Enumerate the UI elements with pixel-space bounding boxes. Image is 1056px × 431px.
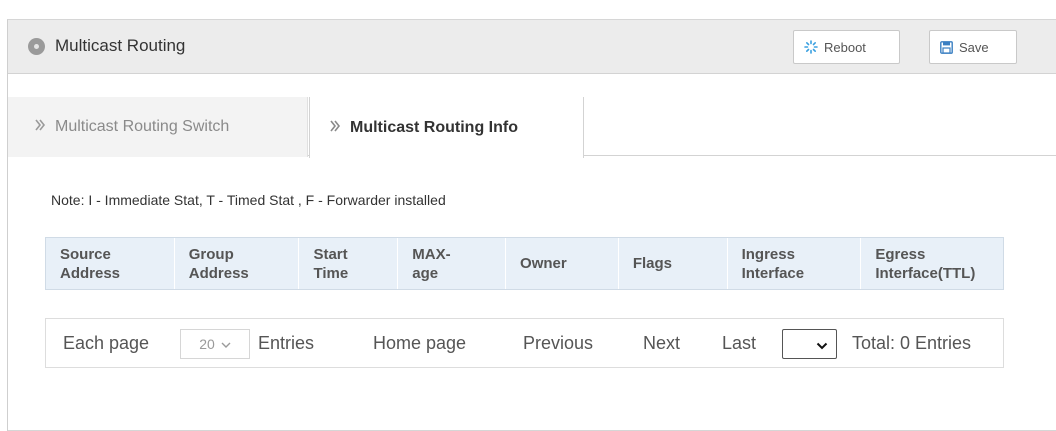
entries-label: Entries [258, 332, 315, 353]
previous-link[interactable]: Previous [523, 333, 593, 354]
multicast-routing-panel: Multicast Routing Reboot Save Multicast … [7, 19, 1056, 431]
column-header: Group Address [175, 238, 300, 289]
column-header: Ingress Interface [728, 238, 862, 289]
panel-header: Multicast Routing Reboot Save [8, 20, 1056, 74]
column-header: Flags [619, 238, 728, 289]
chevron-down-icon [221, 336, 231, 352]
home-page-link[interactable]: Home page [373, 333, 466, 354]
pagination-bar: Each page 20 Entries Home page Previous … [45, 318, 1004, 368]
page-title: Multicast Routing [55, 36, 186, 55]
column-header: Source Address [46, 238, 175, 289]
tab-bar: Multicast Routing Switch Multicast Routi… [8, 97, 1056, 158]
page-number-select[interactable] [782, 329, 837, 359]
save-button[interactable]: Save [929, 30, 1017, 64]
column-header: Owner [506, 238, 619, 289]
column-header: Start Time [299, 238, 399, 289]
spinner-icon [804, 40, 818, 54]
column-header: Egress Interface(TTL) [875, 245, 976, 282]
column-header: MAX-age [398, 238, 507, 289]
each-page-label: Each page [63, 332, 150, 353]
legend-note: Note: I - Immediate Stat, T - Timed Stat… [51, 192, 446, 208]
last-link[interactable]: Last [722, 333, 756, 354]
chevron-right-icon [35, 118, 46, 136]
page-size-select[interactable]: 20 [180, 329, 250, 359]
reboot-label: Reboot [824, 39, 866, 55]
tab-multicast-routing-info[interactable]: Multicast Routing Info [309, 97, 584, 158]
tab-label: Multicast Routing Info [350, 118, 518, 136]
next-link[interactable]: Next [643, 333, 680, 354]
page-size-value: 20 [199, 336, 215, 352]
reboot-button[interactable]: Reboot [793, 30, 900, 64]
save-label: Save [959, 39, 989, 55]
chevron-down-icon [816, 334, 828, 355]
total-entries: Total: 0 Entries [852, 332, 972, 353]
tab-label: Multicast Routing Switch [55, 118, 230, 135]
routing-table-header: Source Address Group Address Start Time MAX… [45, 237, 1004, 290]
floppy-disk-icon [940, 40, 953, 54]
chevron-right-icon [330, 119, 341, 137]
tab-multicast-routing-switch[interactable]: Multicast Routing Switch [8, 97, 308, 157]
status-dot-icon [28, 38, 45, 55]
